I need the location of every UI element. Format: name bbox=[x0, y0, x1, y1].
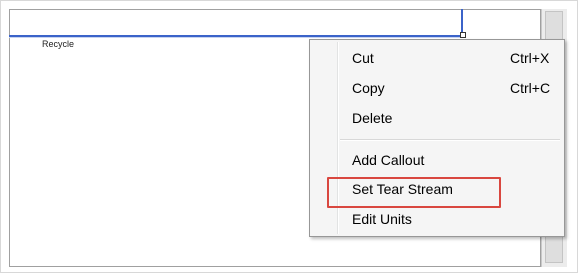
menu-item-label: Edit Units bbox=[352, 211, 412, 227]
menu-item-label: Delete bbox=[352, 110, 393, 126]
menu-separator bbox=[340, 139, 560, 141]
stream-selection-glow bbox=[9, 37, 463, 38]
highlight-annotation-box bbox=[327, 177, 501, 208]
menu-item-label: Cut bbox=[352, 50, 374, 66]
menu-item-delete[interactable]: Delete bbox=[312, 106, 562, 130]
menu-item-shortcut: Ctrl+X bbox=[510, 50, 550, 66]
menu-item-cut[interactable]: Cut Ctrl+X bbox=[312, 46, 562, 70]
menu-item-label: Add Callout bbox=[352, 152, 425, 168]
menu-item-edit-units[interactable]: Edit Units bbox=[312, 207, 562, 231]
menu-item-shortcut: Ctrl+C bbox=[510, 80, 551, 96]
menu-item-copy[interactable]: Copy Ctrl+C bbox=[312, 76, 562, 100]
menu-item-label: Copy bbox=[352, 80, 385, 96]
stream-label[interactable]: Recycle bbox=[42, 39, 74, 49]
menu-item-add-callout[interactable]: Add Callout bbox=[312, 148, 562, 172]
stream-grip-handle[interactable] bbox=[460, 32, 466, 38]
window-frame: Recycle Cut Ctrl+X Copy Ctrl+C Delete Ad… bbox=[0, 0, 578, 273]
